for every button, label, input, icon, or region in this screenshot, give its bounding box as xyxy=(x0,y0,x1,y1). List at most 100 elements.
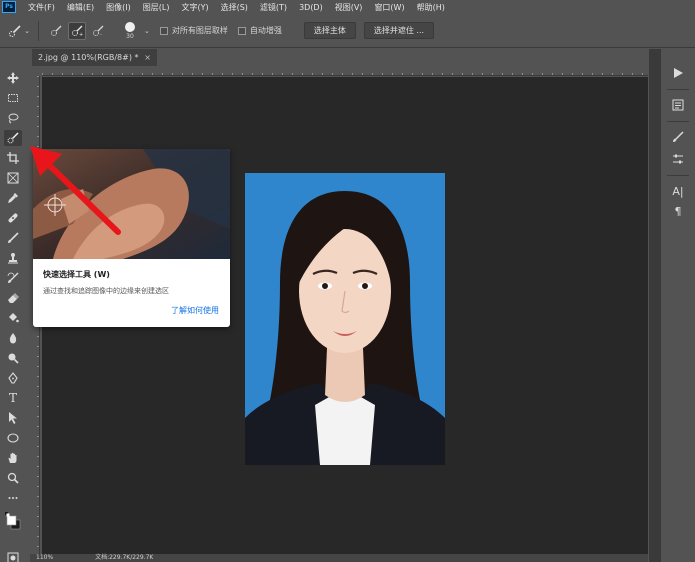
brush-tool[interactable] xyxy=(4,230,22,246)
menu-view[interactable]: 视图(V) xyxy=(335,2,363,13)
path-selection-tool[interactable] xyxy=(4,410,22,426)
chevron-down-icon[interactable]: ⌄ xyxy=(144,27,150,35)
history-brush-icon xyxy=(7,272,19,283)
status-bar: 110% 文档:229.7K/229.7K xyxy=(30,554,648,562)
lasso-icon xyxy=(8,113,19,124)
character-icon: A| xyxy=(672,184,684,198)
panel-gutter xyxy=(649,49,661,562)
tooltip-title: 快速选择工具 (W) xyxy=(43,270,110,279)
svg-text:+: + xyxy=(79,32,83,37)
marquee-icon xyxy=(8,94,18,102)
stamp-icon xyxy=(8,253,18,264)
move-tool[interactable] xyxy=(4,70,22,86)
frame-tool[interactable] xyxy=(4,170,22,186)
paragraph-icon: ¶ xyxy=(674,204,682,218)
adjustments-button[interactable] xyxy=(669,151,687,167)
pen-tool[interactable] xyxy=(4,370,22,386)
type-tool[interactable]: T xyxy=(4,390,22,406)
select-subject-button[interactable]: 选择主体 xyxy=(303,22,356,39)
zoom-readout[interactable]: 110% xyxy=(36,554,53,561)
add-to-selection-button[interactable]: + xyxy=(68,21,86,40)
divider xyxy=(667,121,689,122)
menu-layer[interactable]: 图层(L) xyxy=(143,2,170,13)
tool-preset-picker[interactable]: ⌄ xyxy=(8,22,30,40)
zoom-tool[interactable] xyxy=(4,470,22,486)
color-swatches[interactable] xyxy=(4,510,22,532)
hand-tool[interactable] xyxy=(4,450,22,466)
options-bar: ⌄ + - 30 ⌄ 对所有图层取样 自动增强 选择主体 选择并遮住 ... xyxy=(0,14,695,48)
auto-enhance-label: 自动增强 xyxy=(249,26,282,35)
eraser-tool[interactable] xyxy=(4,290,22,306)
document-tab[interactable]: 2.jpg @ 110%(RGB/8#) * × xyxy=(32,49,157,66)
lasso-tool[interactable] xyxy=(4,110,22,126)
foreground-background-icon xyxy=(5,512,21,530)
quick-selection-icon xyxy=(9,24,21,37)
crop-tool[interactable] xyxy=(4,150,22,166)
sample-all-layers-checkbox[interactable] xyxy=(159,26,168,35)
quick-mask-icon xyxy=(7,552,19,562)
quick-selection-icon xyxy=(7,132,19,144)
frame-icon xyxy=(7,172,19,184)
blur-tool[interactable] xyxy=(4,330,22,346)
brush-settings-button[interactable] xyxy=(669,129,687,145)
marquee-tool[interactable] xyxy=(4,90,22,106)
menu-filter[interactable]: 滤镜(T) xyxy=(260,2,287,13)
properties-panel-button[interactable] xyxy=(669,97,687,113)
learn-how-link[interactable]: 了解如何使用 xyxy=(171,305,219,316)
new-selection-button[interactable] xyxy=(47,22,65,40)
bucket-icon xyxy=(9,313,19,323)
tooltip-demo-image xyxy=(33,149,230,259)
paint-bucket-tool[interactable] xyxy=(4,310,22,326)
divider xyxy=(667,175,689,176)
arrow-cursor-icon xyxy=(9,412,17,424)
more-tools-button[interactable] xyxy=(4,490,22,506)
drop-icon xyxy=(9,333,17,344)
brush-preview xyxy=(125,21,135,32)
shape-tool[interactable] xyxy=(4,430,22,446)
auto-enhance-checkbox[interactable] xyxy=(237,26,246,35)
history-brush-tool[interactable] xyxy=(4,270,22,286)
ellipse-icon xyxy=(7,433,19,443)
menu-3d[interactable]: 3D(D) xyxy=(299,3,323,12)
healing-brush-tool[interactable] xyxy=(4,210,22,226)
portrait-image xyxy=(245,173,445,465)
bandage-icon xyxy=(8,213,18,223)
eraser-icon xyxy=(8,293,19,303)
auto-enhance-option[interactable]: 自动增强 xyxy=(237,25,282,36)
menu-window[interactable]: 窗口(W) xyxy=(374,2,404,13)
menu-bar: Ps 文件(F) 编辑(E) 图像(I) 图层(L) 文字(Y) 选择(S) 滤… xyxy=(0,0,695,14)
quick-mask-button[interactable] xyxy=(4,550,22,562)
tooltip-demo-video[interactable] xyxy=(33,149,230,259)
quick-selection-tool[interactable] xyxy=(4,130,22,146)
menu-image[interactable]: 图像(I) xyxy=(106,2,131,13)
menu-select[interactable]: 选择(S) xyxy=(221,2,248,13)
menu-edit[interactable]: 编辑(E) xyxy=(67,2,94,13)
properties-icon xyxy=(672,99,684,111)
portrait-photo[interactable] xyxy=(245,173,445,465)
menu-file[interactable]: 文件(F) xyxy=(28,2,55,13)
tool-tooltip: 快速选择工具 (W) 通过查找和追踪图像中的边缘来创建选区 了解如何使用 xyxy=(33,149,230,327)
brush-subtract-icon: - xyxy=(93,25,104,37)
ellipsis-icon xyxy=(8,497,18,499)
photoshop-logo: Ps xyxy=(2,1,16,13)
paragraph-panel-button[interactable]: ¶ xyxy=(669,203,687,219)
menu-help[interactable]: 帮助(H) xyxy=(417,2,445,13)
clone-stamp-tool[interactable] xyxy=(4,250,22,266)
character-panel-button[interactable]: A| xyxy=(669,183,687,199)
brush-size-picker[interactable]: 30 xyxy=(118,17,142,45)
document-size: 文档:229.7K/229.7K xyxy=(95,554,154,561)
crop-icon xyxy=(7,152,19,164)
sample-all-layers-option[interactable]: 对所有图层取样 xyxy=(159,25,228,36)
brush-size-value: 30 xyxy=(126,32,134,40)
type-icon: T xyxy=(8,391,17,405)
subtract-from-selection-button[interactable]: - xyxy=(89,22,107,40)
dodge-tool[interactable] xyxy=(4,350,22,366)
menu-type[interactable]: 文字(Y) xyxy=(181,2,208,13)
select-and-mask-button[interactable]: 选择并遮住 ... xyxy=(363,22,435,39)
move-icon xyxy=(7,72,19,84)
eyedropper-tool[interactable] xyxy=(4,190,22,206)
close-icon[interactable]: × xyxy=(144,49,151,66)
brush-icon xyxy=(8,232,19,243)
magnifier-icon xyxy=(7,472,19,484)
play-action-button[interactable] xyxy=(669,65,687,81)
